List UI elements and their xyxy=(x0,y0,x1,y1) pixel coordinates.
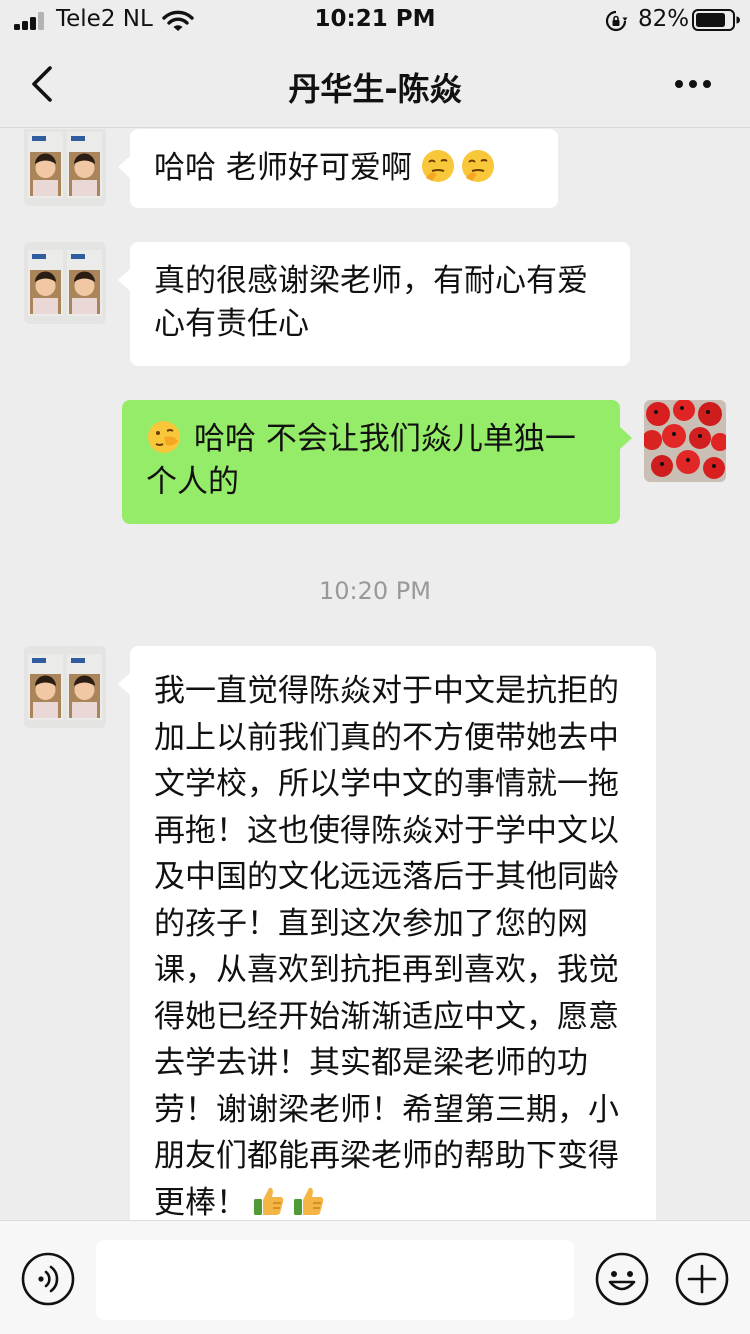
message-text: 哈哈 老师好可爱啊 xyxy=(154,150,412,186)
thumbs-up-emoji xyxy=(254,1187,284,1215)
add-attachment-icon[interactable] xyxy=(674,1251,730,1307)
contact-avatar[interactable] xyxy=(24,129,106,206)
message-input[interactable] xyxy=(96,1240,574,1320)
message-text: 我一直觉得陈焱对于中文是抗拒的加上以前我们真的不方便带她去中文学校，所以学中文的… xyxy=(154,673,619,1220)
rotation-lock-icon xyxy=(605,10,628,32)
battery-percentage: 82% xyxy=(638,6,690,32)
thinking-face-emoji xyxy=(461,150,494,182)
carrier-name: Tele2 NL xyxy=(56,6,153,32)
thumbs-up-emoji xyxy=(294,1187,324,1215)
back-chevron-icon[interactable] xyxy=(20,60,68,108)
chat-title: 丹华生-陈焱 xyxy=(288,70,462,108)
more-options-icon[interactable] xyxy=(668,64,718,104)
message-text: 真的很感谢梁老师，有耐心有爱心有责任心 xyxy=(154,263,588,342)
message-timestamp: 10:20 PM xyxy=(319,577,431,605)
message-list[interactable]: 哈哈 老师好可爱啊 真的很感谢梁老师，有耐心有爱心有责任心 哈哈 不会让我们焱儿… xyxy=(0,129,750,1220)
battery-icon xyxy=(692,9,740,31)
status-bar: Tele2 NL 10:21 PM 82% xyxy=(0,0,750,40)
wifi-icon xyxy=(162,10,194,31)
message-bubble-incoming[interactable]: 我一直觉得陈焱对于中文是抗拒的加上以前我们真的不方便带她去中文学校，所以学中文的… xyxy=(118,646,656,1220)
message-bubble-outgoing[interactable]: 哈哈 不会让我们焱儿单独一个人的 xyxy=(122,400,632,524)
contact-avatar[interactable] xyxy=(24,646,106,728)
voice-input-icon[interactable] xyxy=(20,1251,76,1307)
contact-avatar[interactable] xyxy=(24,242,106,324)
emoji-picker-icon[interactable] xyxy=(594,1251,650,1307)
thinking-face-emoji xyxy=(421,150,454,182)
face-with-hand-emoji xyxy=(148,421,180,453)
cellular-signal-icon xyxy=(14,12,48,30)
my-avatar[interactable] xyxy=(644,400,726,482)
message-bubble-incoming[interactable]: 真的很感谢梁老师，有耐心有爱心有责任心 xyxy=(118,242,630,366)
chat-header: 丹华生-陈焱 xyxy=(0,40,750,128)
message-text: 哈哈 不会让我们焱儿单独一个人的 xyxy=(146,421,576,500)
input-bar xyxy=(0,1220,750,1334)
message-bubble-incoming[interactable]: 哈哈 老师好可爱啊 xyxy=(118,129,558,208)
